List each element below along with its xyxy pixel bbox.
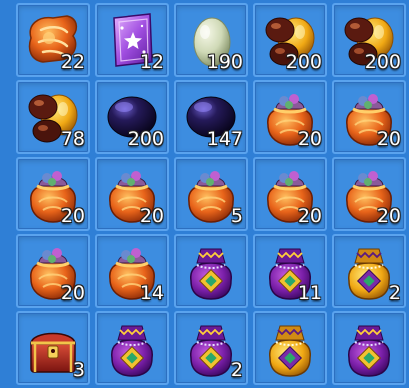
inventory-slot[interactable]: 20 bbox=[332, 80, 406, 154]
inventory-slot[interactable]: 2 bbox=[332, 234, 406, 308]
purple-pouch-icon bbox=[337, 316, 401, 380]
item-quantity: 20 bbox=[376, 205, 401, 227]
inventory-slot[interactable]: 190 bbox=[174, 3, 248, 77]
inventory-slot[interactable]: 200 bbox=[253, 3, 327, 77]
inventory-slot[interactable]: 200 bbox=[332, 3, 406, 77]
inventory-slot[interactable]: 20 bbox=[95, 157, 169, 231]
item-quantity: 200 bbox=[364, 51, 401, 73]
purple-pouch-icon bbox=[100, 316, 164, 380]
item-quantity: 2 bbox=[388, 282, 401, 304]
item-quantity: 20 bbox=[60, 282, 85, 304]
item-quantity: 147 bbox=[206, 128, 243, 150]
inventory-slot[interactable]: 147 bbox=[174, 80, 248, 154]
inventory-slot[interactable]: 20 bbox=[16, 234, 90, 308]
item-quantity: 20 bbox=[139, 205, 164, 227]
inventory-grid: 22 12 190 200 200 78 200 147 20 20 20 20… bbox=[16, 3, 406, 385]
item-quantity: 14 bbox=[139, 282, 164, 304]
inventory-slot[interactable]: 22 bbox=[16, 3, 90, 77]
item-quantity: 200 bbox=[127, 128, 164, 150]
item-quantity: 12 bbox=[139, 51, 164, 73]
gold-pouch-icon bbox=[258, 316, 322, 380]
inventory-slot[interactable]: 20 bbox=[253, 80, 327, 154]
inventory-slot[interactable]: 3 bbox=[16, 311, 90, 385]
purple-pouch-icon bbox=[179, 239, 243, 303]
inventory-slot[interactable] bbox=[253, 311, 327, 385]
inventory-slot[interactable]: 5 bbox=[174, 157, 248, 231]
item-quantity: 22 bbox=[60, 51, 85, 73]
inventory-slot[interactable]: 11 bbox=[253, 234, 327, 308]
inventory-slot[interactable] bbox=[95, 311, 169, 385]
item-quantity: 78 bbox=[60, 128, 85, 150]
item-quantity: 200 bbox=[285, 51, 322, 73]
item-quantity: 20 bbox=[376, 128, 401, 150]
item-quantity: 11 bbox=[297, 282, 322, 304]
inventory-slot[interactable]: 200 bbox=[95, 80, 169, 154]
inventory-slot[interactable]: 14 bbox=[95, 234, 169, 308]
inventory-slot[interactable]: 12 bbox=[95, 3, 169, 77]
inventory-slot[interactable]: 20 bbox=[332, 157, 406, 231]
inventory-slot[interactable] bbox=[332, 311, 406, 385]
inventory-slot[interactable]: 20 bbox=[253, 157, 327, 231]
item-quantity: 3 bbox=[72, 359, 85, 381]
item-quantity: 190 bbox=[206, 51, 243, 73]
inventory-slot[interactable]: 2 bbox=[174, 311, 248, 385]
item-quantity: 20 bbox=[60, 205, 85, 227]
inventory-slot[interactable] bbox=[174, 234, 248, 308]
item-quantity: 20 bbox=[297, 205, 322, 227]
item-quantity: 2 bbox=[230, 359, 243, 381]
inventory-slot[interactable]: 20 bbox=[16, 157, 90, 231]
item-quantity: 5 bbox=[230, 205, 243, 227]
inventory-slot[interactable]: 78 bbox=[16, 80, 90, 154]
item-quantity: 20 bbox=[297, 128, 322, 150]
